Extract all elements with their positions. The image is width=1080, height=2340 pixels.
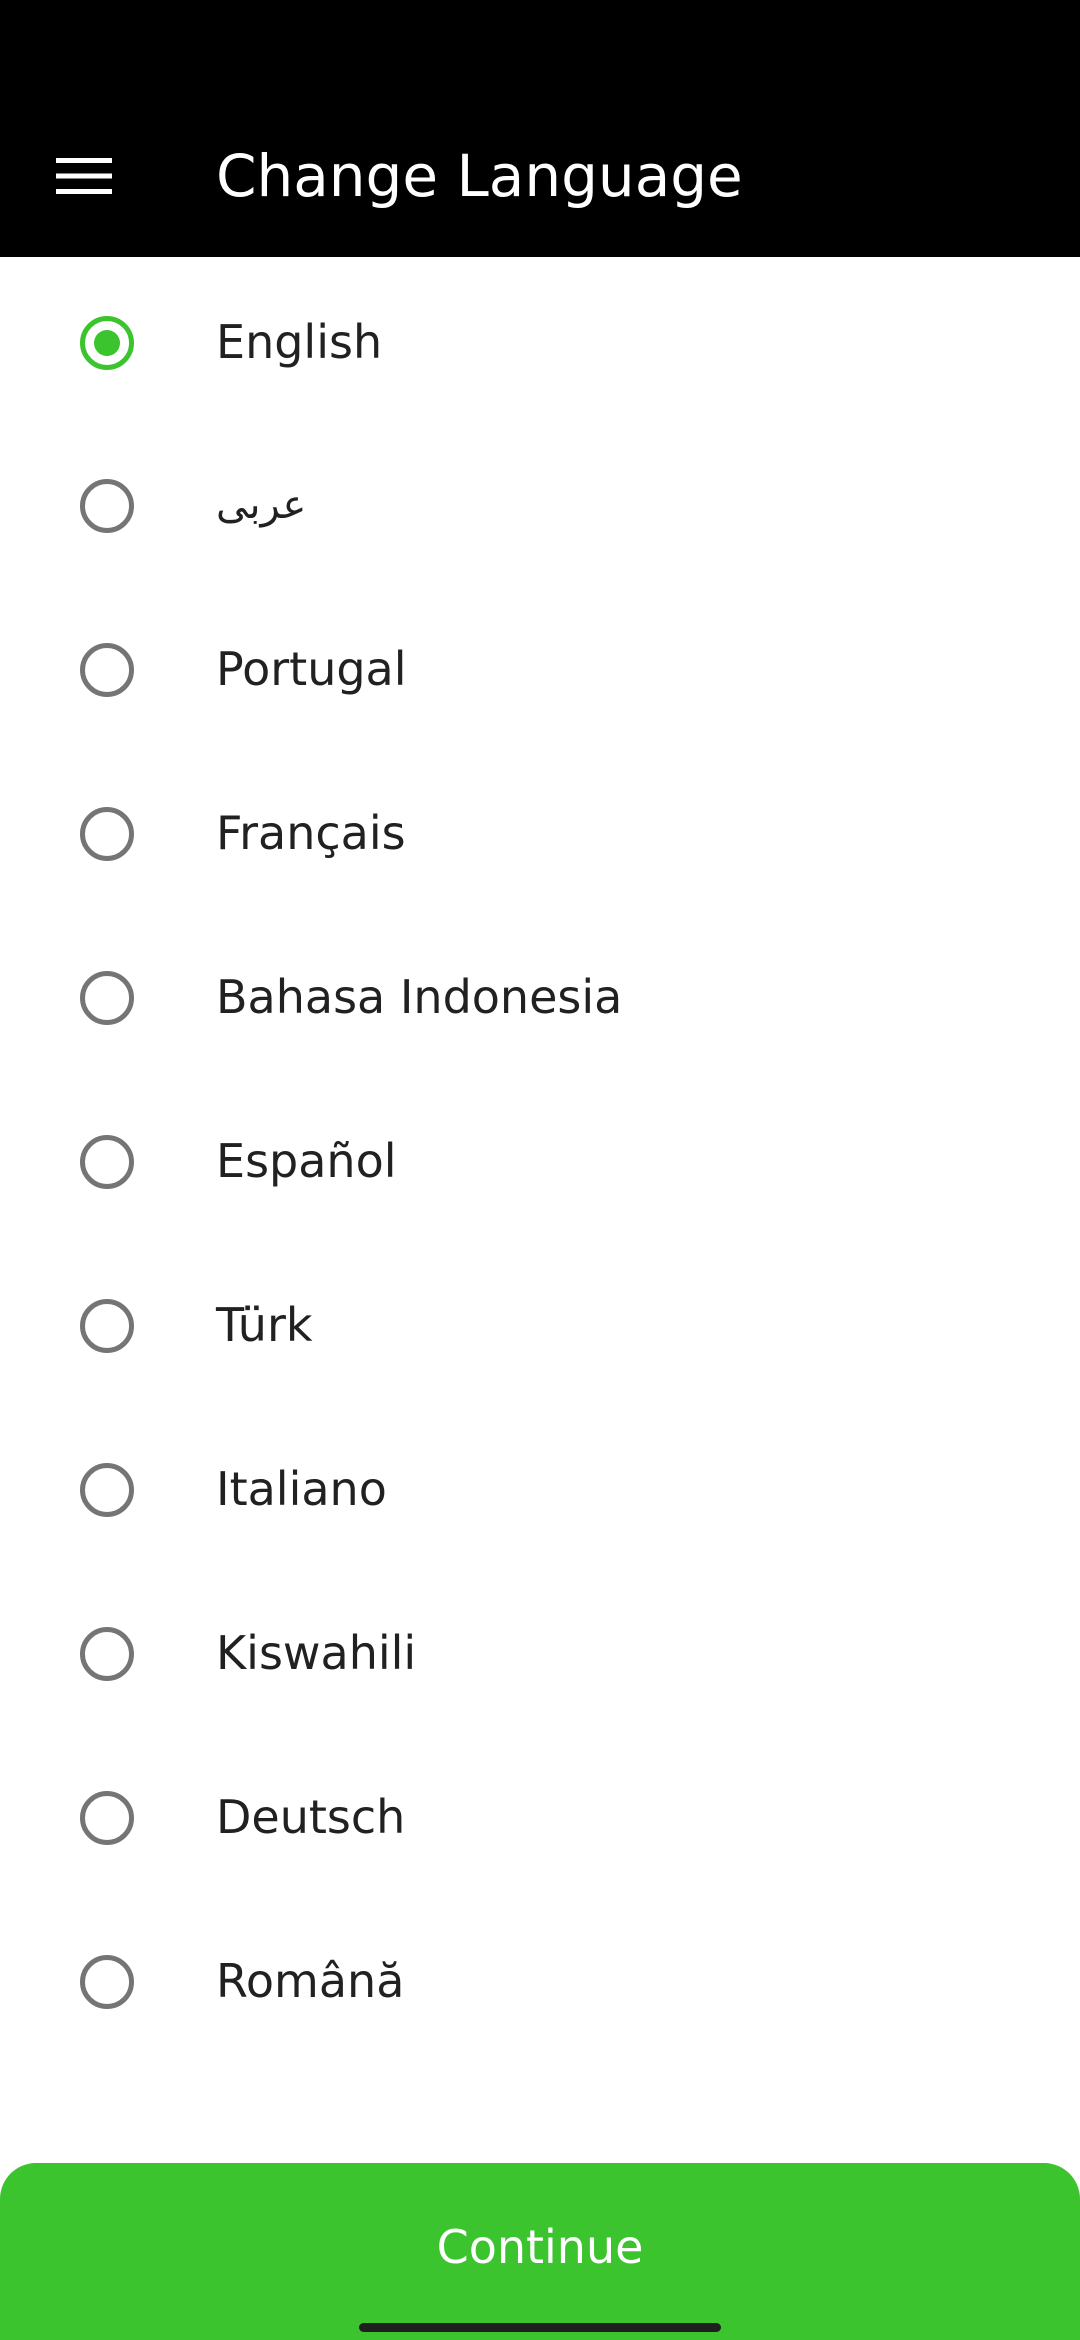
radio-button[interactable]: [80, 807, 134, 861]
page-title: Change Language: [216, 142, 743, 210]
radio-button[interactable]: [80, 1299, 134, 1353]
language-option-italiano[interactable]: Italiano: [0, 1404, 1080, 1568]
language-label: Español: [216, 1134, 397, 1188]
language-option-kiswahili[interactable]: Kiswahili: [0, 1568, 1080, 1732]
radio-button[interactable]: [80, 1463, 134, 1517]
language-list: English عربى Portugal Français Bahasa In…: [0, 257, 1080, 2060]
language-label: Portugal: [216, 642, 407, 696]
radio-button[interactable]: [80, 1135, 134, 1189]
radio-button[interactable]: [80, 1955, 134, 2009]
language-option-deutsch[interactable]: Deutsch: [0, 1732, 1080, 1896]
continue-button[interactable]: Continue: [0, 2163, 1080, 2340]
menu-button[interactable]: [40, 136, 128, 216]
language-option-english[interactable]: English: [0, 257, 1080, 420]
radio-button[interactable]: [80, 1627, 134, 1681]
continue-button-label: Continue: [436, 2219, 644, 2274]
language-option-arabic[interactable]: عربى: [0, 420, 1080, 584]
home-indicator[interactable]: [359, 2323, 721, 2332]
language-label: Deutsch: [216, 1790, 406, 1844]
radio-button[interactable]: [80, 479, 134, 533]
language-label: Français: [216, 806, 406, 860]
language-label: Türk: [216, 1298, 313, 1352]
language-option-turk[interactable]: Türk: [0, 1240, 1080, 1404]
radio-button[interactable]: [80, 971, 134, 1025]
language-label: Română: [216, 1954, 405, 2008]
language-option-bahasa-indonesia[interactable]: Bahasa Indonesia: [0, 912, 1080, 1076]
app-bar: Change Language: [0, 0, 1080, 257]
language-option-francais[interactable]: Français: [0, 748, 1080, 912]
language-option-espanol[interactable]: Español: [0, 1076, 1080, 1240]
language-label: Bahasa Indonesia: [216, 970, 623, 1024]
language-label: Italiano: [216, 1462, 387, 1516]
language-label: Kiswahili: [216, 1626, 417, 1680]
language-option-romana[interactable]: Română: [0, 1896, 1080, 2060]
radio-button-checked[interactable]: [80, 316, 134, 370]
language-option-portugal[interactable]: Portugal: [0, 584, 1080, 748]
language-label: English: [216, 315, 383, 369]
radio-dot: [94, 330, 120, 356]
hamburger-menu-icon: [56, 158, 112, 194]
radio-button[interactable]: [80, 1791, 134, 1845]
radio-button[interactable]: [80, 643, 134, 697]
language-label: عربى: [216, 482, 307, 528]
